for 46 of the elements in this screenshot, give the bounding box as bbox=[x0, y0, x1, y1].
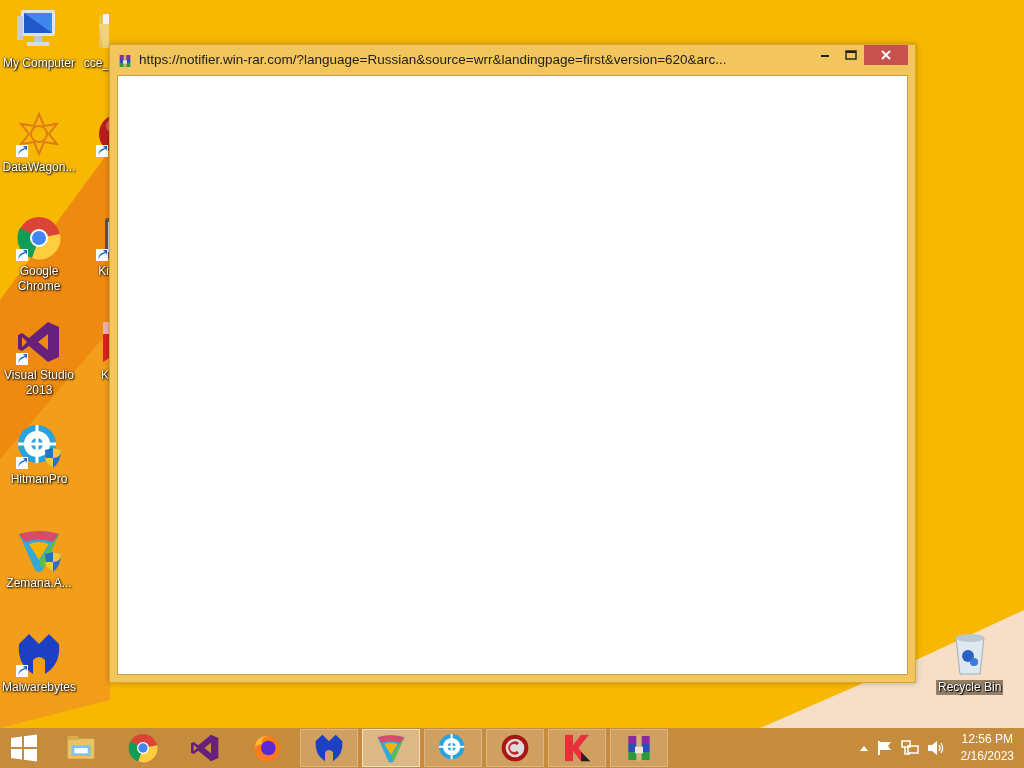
icon-label[interactable]: Google Chrome bbox=[0, 264, 78, 294]
icon-label[interactable]: DataWagon... bbox=[2, 160, 76, 175]
archive-books-icon bbox=[117, 52, 133, 69]
shortcut-arrow-icon bbox=[16, 145, 28, 157]
chrome-icon bbox=[127, 732, 159, 764]
m-logo-icon bbox=[313, 732, 345, 764]
taskbar-button[interactable] bbox=[424, 729, 482, 767]
speaker-icon[interactable] bbox=[926, 740, 945, 756]
window-title: https://notifier.win-rar.com/?language=Russian&source=wrr&landingpage=first&version=620&arc... bbox=[139, 50, 727, 69]
taskbar-button[interactable] bbox=[486, 729, 544, 767]
show-hidden-icons-icon[interactable] bbox=[858, 744, 869, 752]
windows-logo-icon bbox=[10, 734, 38, 762]
close-button[interactable] bbox=[864, 45, 908, 65]
shortcut-arrow-icon bbox=[16, 665, 28, 677]
maximize-icon bbox=[845, 50, 857, 60]
c-logo-icon bbox=[499, 732, 531, 764]
clock-time: 12:56 PM bbox=[960, 731, 1014, 748]
shield-icon bbox=[45, 552, 61, 572]
icon-label[interactable]: My Computer bbox=[3, 56, 75, 71]
icon-label[interactable]: Malwarebytes bbox=[2, 680, 76, 695]
close-icon bbox=[881, 50, 891, 60]
flag-icon[interactable] bbox=[876, 740, 893, 756]
shortcut-arrow-icon bbox=[16, 353, 28, 365]
icon-label[interactable]: Zemana.A... bbox=[6, 576, 72, 591]
shortcut-arrow-icon bbox=[16, 457, 28, 469]
network-icon[interactable] bbox=[900, 740, 919, 756]
chrome-icon[interactable] bbox=[15, 214, 63, 262]
icon-label[interactable]: K bbox=[101, 368, 109, 383]
shortcut-arrow-icon bbox=[16, 249, 28, 261]
crosshair-icon[interactable] bbox=[15, 422, 63, 470]
shield-logo-icon bbox=[375, 732, 407, 764]
taskbar-button[interactable] bbox=[548, 729, 606, 767]
shortcut-arrow-icon bbox=[96, 249, 108, 261]
shortcut-arrow-icon bbox=[96, 145, 108, 157]
clock[interactable]: 12:56 PM 2/16/2023 bbox=[960, 731, 1014, 765]
taskbar-button[interactable] bbox=[362, 729, 420, 767]
clock-date: 2/16/2023 bbox=[960, 748, 1014, 765]
taskbar-button[interactable] bbox=[300, 729, 358, 767]
icon-label[interactable]: Visual Studio 2013 bbox=[0, 368, 78, 398]
infinity-logo-icon bbox=[189, 732, 221, 764]
shield-icon bbox=[45, 448, 61, 468]
icon-label[interactable]: cce_ bbox=[83, 56, 109, 71]
taskbar-button[interactable] bbox=[610, 729, 668, 767]
icon-label[interactable]: HitmanPro bbox=[10, 472, 68, 487]
icon-label[interactable]: Ki bbox=[98, 264, 109, 279]
icon-label[interactable]: Recycle Bin bbox=[936, 680, 1004, 695]
